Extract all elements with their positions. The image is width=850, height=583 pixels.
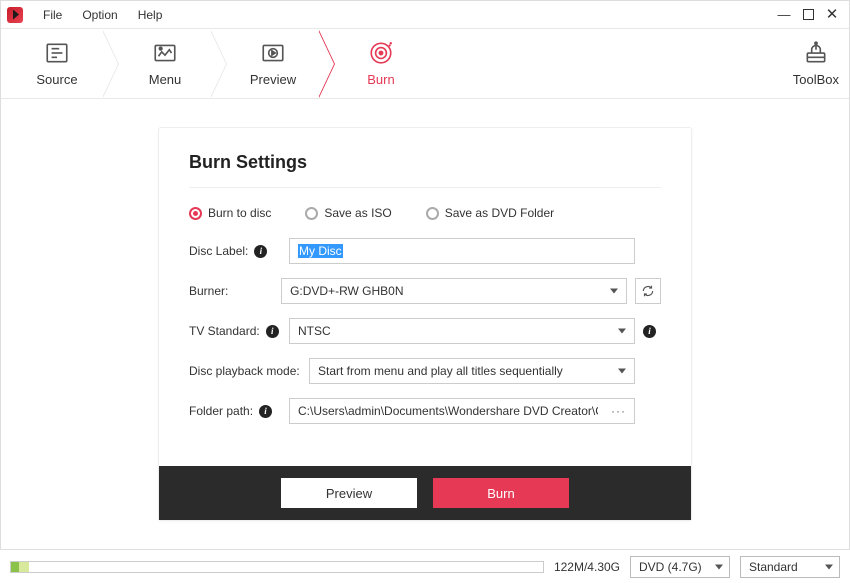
card-footer: Preview Burn [159,466,691,520]
chevron-down-icon [715,564,723,569]
page-title: Burn Settings [189,152,661,173]
menubar: File Option Help — ✕ [1,1,849,29]
minimize-button[interactable]: — [777,8,791,22]
quality-select[interactable]: Standard [740,556,840,578]
menu-icon [152,40,178,66]
chevron-down-icon [610,289,618,294]
folder-path-input[interactable]: C:\Users\admin\Documents\Wondershare DVD… [289,398,635,424]
browse-ellipsis[interactable]: ··· [611,404,626,418]
refresh-burner-button[interactable] [635,278,661,304]
burn-icon [368,40,394,66]
status-bar: 122M/4.30G DVD (4.7G) Standard [0,549,850,583]
tab-toolbox-label: ToolBox [793,72,839,87]
preview-icon [260,40,286,66]
radio-label: Save as ISO [324,206,391,220]
window-controls: — ✕ [777,8,843,22]
menu-option[interactable]: Option [72,8,127,22]
capacity-bar [10,561,544,573]
playback-mode-select[interactable]: Start from menu and play all titles sequ… [309,358,635,384]
playback-mode-label: Disc playback mode: [189,364,309,378]
tab-source-label: Source [36,72,77,87]
tab-preview[interactable]: Preview [227,40,319,87]
divider [189,187,661,188]
radio-burn-to-disc[interactable]: Burn to disc [189,206,271,220]
tab-toolbox[interactable]: ToolBox [793,40,839,87]
chevron-icon [319,30,335,98]
radio-save-as-dvd-folder[interactable]: Save as DVD Folder [426,206,554,220]
burn-mode-radio-group: Burn to disc Save as ISO Save as DVD Fol… [189,206,661,220]
chevron-down-icon [618,369,626,374]
info-icon[interactable]: i [259,405,272,418]
menu-help[interactable]: Help [128,8,173,22]
radio-label: Save as DVD Folder [445,206,554,220]
burner-label: Burner: [189,284,281,298]
tab-menu[interactable]: Menu [119,40,211,87]
maximize-button[interactable] [801,8,815,22]
tab-menu-label: Menu [149,72,182,87]
step-tabs: Source Menu Preview Burn ToolBox [1,29,849,99]
app-icon [7,7,23,23]
capacity-used-light [19,562,29,572]
radio-save-as-iso[interactable]: Save as ISO [305,206,391,220]
chevron-icon [103,30,119,98]
refresh-icon [641,284,655,298]
capacity-text: 122M/4.30G [554,560,620,574]
radio-label: Burn to disc [208,206,271,220]
tv-standard-label: TV Standard:i [189,324,289,338]
toolbox-icon [803,40,829,66]
disc-label-input[interactable]: My Disc [289,238,635,264]
tab-burn-label: Burn [367,72,394,87]
main-stage: Burn Settings Burn to disc Save as ISO S… [1,99,849,521]
folder-path-label: Folder path:i [189,404,289,418]
info-icon[interactable]: i [643,325,656,338]
menu-file[interactable]: File [33,8,72,22]
disc-label-label: Disc Label:i [189,244,289,258]
tab-source[interactable]: Source [11,40,103,87]
info-icon[interactable]: i [266,325,279,338]
close-button[interactable]: ✕ [825,8,839,22]
tab-burn[interactable]: Burn [335,40,427,87]
info-icon[interactable]: i [254,245,267,258]
tv-standard-select[interactable]: NTSC [289,318,635,344]
chevron-down-icon [825,564,833,569]
chevron-icon [211,30,227,98]
preview-button[interactable]: Preview [281,478,417,508]
burn-settings-card: Burn Settings Burn to disc Save as ISO S… [158,127,692,521]
chevron-down-icon [618,329,626,334]
capacity-used-solid [11,562,19,572]
burn-button[interactable]: Burn [433,478,569,508]
burner-select[interactable]: G:DVD+-RW GHB0N [281,278,627,304]
tab-preview-label: Preview [250,72,296,87]
source-icon [44,40,70,66]
disc-type-select[interactable]: DVD (4.7G) [630,556,730,578]
